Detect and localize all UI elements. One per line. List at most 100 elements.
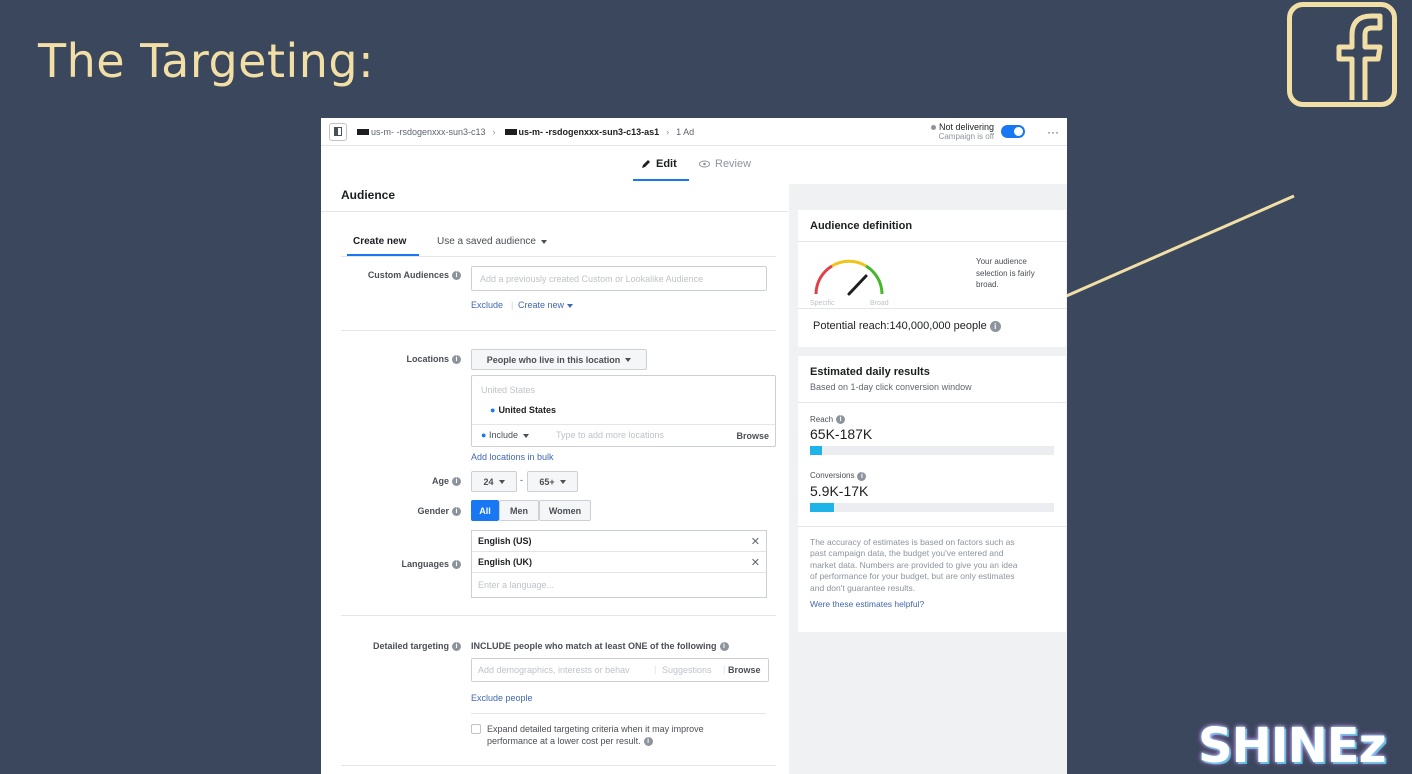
locations-label-text: Locations — [406, 354, 449, 364]
custom-audience-input[interactable]: Add a previously created Custom or Looka… — [471, 266, 767, 291]
disclaimer-line: The accuracy of estimates is based on fa… — [810, 536, 1015, 547]
detailed-targeting-label: Detailed targeting i — [373, 641, 461, 652]
selected-location-label: United States — [498, 405, 556, 415]
chevron-right-icon: › — [666, 126, 670, 137]
estimated-results-card: Estimated daily results Based on 1-day c… — [798, 356, 1066, 632]
tab-review[interactable]: Review — [699, 158, 751, 170]
breadcrumb-campaign[interactable]: us-m- -rsdogenxxx-sun3-c13 — [371, 127, 486, 137]
info-icon[interactable]: i — [452, 355, 461, 365]
location-search-input[interactable]: Type to add more locations — [556, 430, 664, 440]
info-icon[interactable]: i — [452, 477, 461, 487]
age-label: Age i — [432, 476, 461, 487]
chevron-right-icon: › — [492, 126, 496, 137]
language-chip-label: English (US) — [478, 536, 532, 546]
field-separator: | — [654, 664, 657, 674]
reach-label-text: Reach — [810, 415, 834, 424]
potential-reach-text: Potential reach:140,000,000 people — [813, 320, 987, 332]
info-icon[interactable]: i — [452, 271, 461, 281]
suggestions-button[interactable]: Suggestions — [662, 665, 712, 675]
gender-men-button[interactable]: Men — [499, 500, 539, 521]
status-text: Not delivering — [938, 121, 994, 132]
exclude-people-link[interactable]: Exclude people — [471, 693, 533, 703]
estimates-helpful-link[interactable]: Were these estimates helpful? — [798, 594, 1066, 609]
audience-note-line: Your audience — [976, 257, 1027, 266]
detailed-include-text: INCLUDE people who match at least ONE of… — [471, 641, 729, 652]
info-icon[interactable]: i — [452, 560, 461, 570]
link-separator: | — [511, 300, 514, 310]
divider — [321, 211, 788, 212]
slide-title: The Targeting: — [38, 34, 375, 88]
panel-icon — [334, 127, 342, 136]
tab-create-new[interactable]: Create new — [353, 236, 406, 247]
tab-edit[interactable]: Edit — [641, 158, 677, 170]
expand-text-line-2-label: performance at a lower cost per result. — [487, 736, 641, 746]
reach-value: 65K-187K — [810, 426, 873, 443]
delivery-status: Not delivering Campaign is off — [930, 121, 994, 141]
expand-text-line-1: Expand detailed targeting criteria when … — [487, 724, 704, 734]
info-icon[interactable]: i — [836, 415, 846, 425]
caret-down-icon — [540, 240, 547, 244]
caret-down-icon — [567, 304, 574, 308]
delivery-toggle[interactable] — [1001, 125, 1025, 138]
close-icon[interactable]: ✕ — [751, 556, 760, 569]
location-type-dropdown[interactable]: People who live in this location — [471, 349, 647, 370]
locations-label: Locations i — [406, 354, 461, 365]
potential-reach: Potential reach:140,000,000 people i — [813, 320, 1001, 332]
age-separator: - — [520, 475, 523, 485]
breadcrumb-ad-count[interactable]: 1 Ad — [676, 127, 694, 137]
info-icon[interactable]: i — [857, 471, 867, 481]
audience-definition-title: Audience definition — [810, 220, 913, 232]
gender-women-button[interactable]: Women — [539, 500, 591, 521]
audience-note-line: selection is fairly — [976, 268, 1035, 278]
expand-targeting-checkbox[interactable] — [471, 724, 481, 734]
disclaimer-line: of performance for your budget, but are … — [810, 571, 1015, 582]
language-input[interactable]: Enter a language... — [472, 573, 766, 597]
detailed-targeting-input[interactable]: Add demographics, interests or behav | S… — [471, 658, 769, 682]
audience-note-line: broad. — [976, 280, 999, 289]
divider — [798, 308, 1066, 309]
estimated-results-subtitle: Based on 1-day click conversion window — [810, 382, 972, 392]
gender-label: Gender i — [417, 506, 461, 517]
location-type-label: People who live in this location — [486, 354, 621, 365]
age-max-dropdown[interactable]: 65+ — [527, 471, 578, 492]
tab-edit-label: Edit — [656, 158, 677, 170]
add-locations-bulk-link[interactable]: Add locations in bulk — [471, 452, 554, 462]
divider — [798, 241, 1066, 242]
info-icon[interactable]: i — [452, 642, 461, 652]
age-min-dropdown[interactable]: 24 — [471, 471, 517, 492]
detailed-browse-button[interactable]: Browse — [728, 665, 761, 675]
map-pin-icon: ● — [490, 405, 496, 415]
create-new-label: Create new — [518, 300, 565, 310]
audience-section: Audience Create new Use a saved audience… — [321, 184, 788, 774]
info-icon[interactable]: i — [719, 642, 729, 652]
disclaimer-line: and don't guarantee results. — [810, 582, 916, 593]
breadcrumb-adset[interactable]: us-m- -rsdogenxxx-sun3-c13-as1 — [519, 127, 660, 137]
sidebar-toggle-button[interactable] — [329, 122, 347, 141]
tab-use-saved-audience[interactable]: Use a saved audience — [437, 236, 547, 247]
gender-all-button[interactable]: All — [471, 500, 499, 521]
audience-summary-panel: Audience definition Specific Broad Your … — [789, 184, 1067, 774]
info-icon[interactable]: i — [452, 507, 461, 517]
more-options-button[interactable]: ··· — [1047, 125, 1059, 139]
languages-label-text: Languages — [401, 559, 449, 569]
estimated-results-title: Estimated daily results — [810, 366, 930, 378]
include-dropdown[interactable]: ● Include — [481, 430, 529, 440]
close-icon[interactable]: ✕ — [751, 535, 760, 548]
divider — [341, 256, 776, 257]
exclude-link[interactable]: Exclude — [471, 300, 503, 310]
field-separator: | — [723, 664, 726, 674]
active-tab-indicator — [633, 179, 689, 181]
breadcrumb-bar: us-m- -rsdogenxxx-sun3-c13 › us-m- -rsdo… — [321, 118, 1067, 146]
audience-title: Audience — [341, 188, 396, 202]
create-new-link[interactable]: Create new — [518, 300, 574, 310]
ads-manager-screenshot: us-m- -rsdogenxxx-sun3-c13 › us-m- -rsdo… — [321, 118, 1067, 774]
tab-review-label: Review — [715, 158, 752, 170]
include-label: Include — [488, 430, 518, 440]
info-icon[interactable]: i — [989, 320, 1001, 332]
detailed-placeholder: Add demographics, interests or behav — [478, 665, 630, 675]
info-icon[interactable]: i — [643, 737, 653, 747]
location-browse-button[interactable]: Browse — [736, 431, 769, 441]
conversions-label-text: Conversions — [810, 471, 855, 481]
caret-down-icon — [522, 434, 529, 438]
redaction-mark — [357, 128, 369, 135]
